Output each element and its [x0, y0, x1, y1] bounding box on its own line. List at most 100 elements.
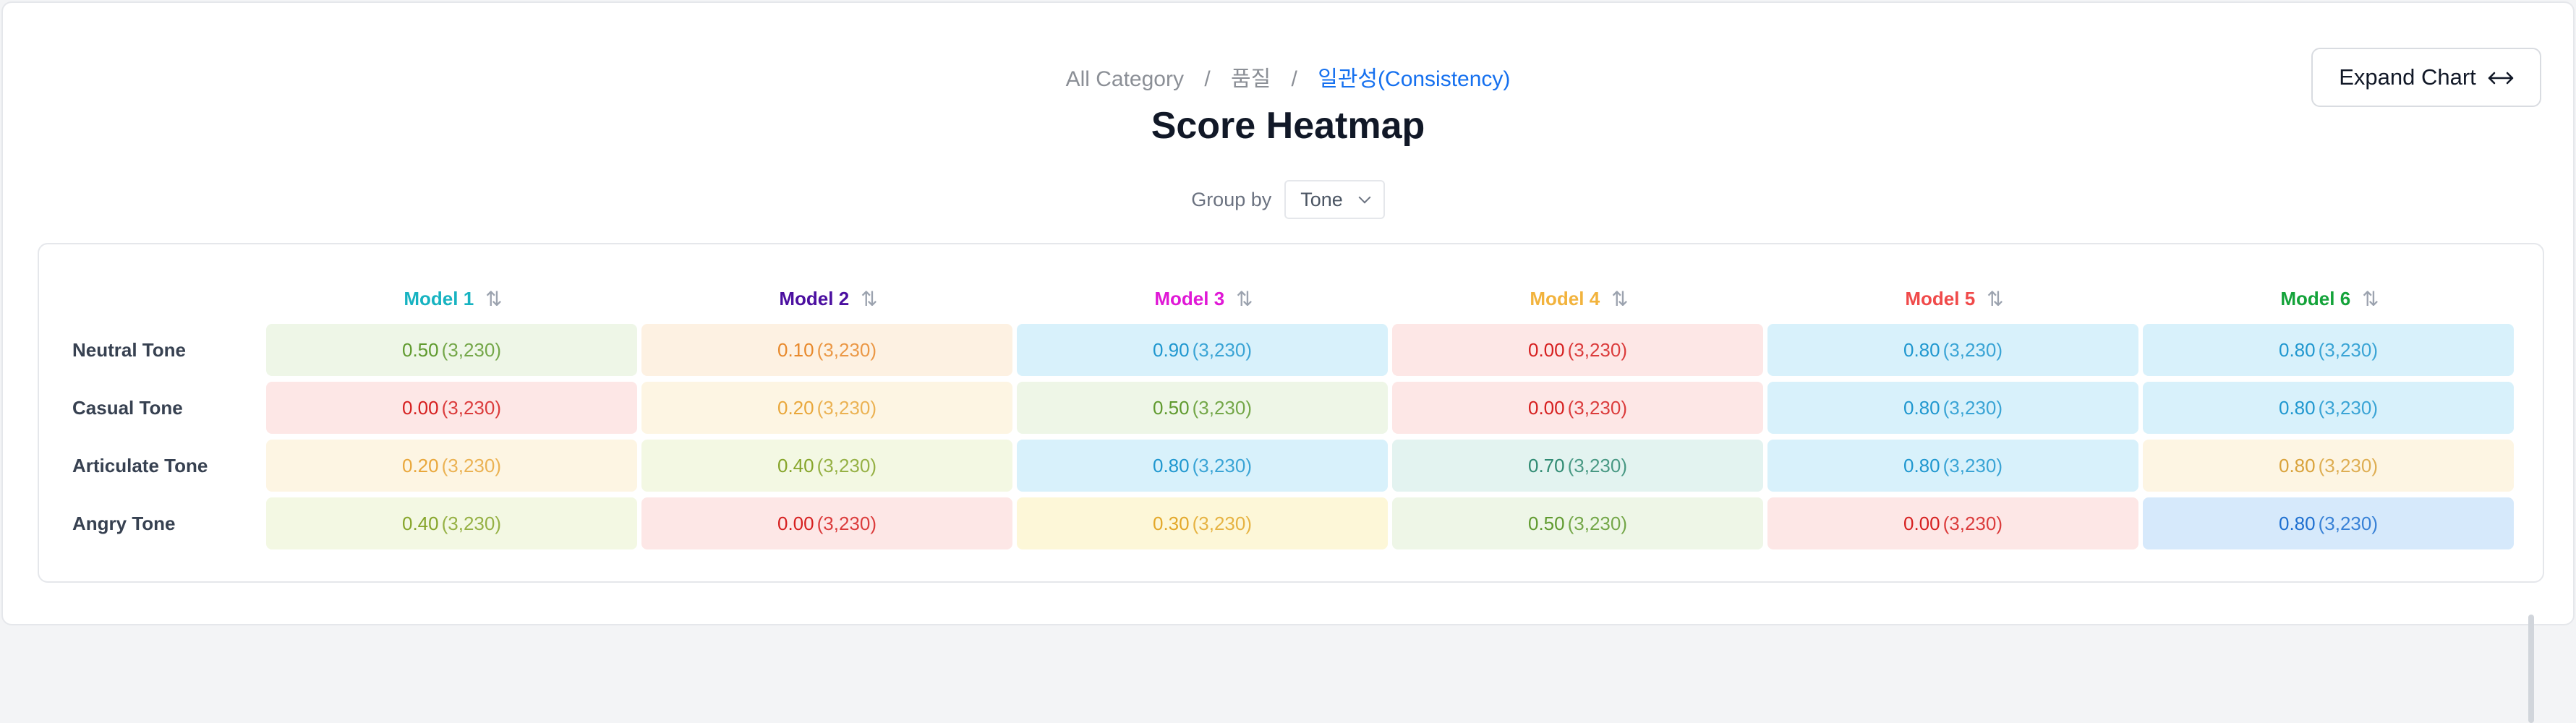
sort-icon[interactable]: ⇅ — [2362, 287, 2379, 311]
column-header-model-3[interactable]: Model 3 ⇅ — [1017, 284, 1388, 313]
heatmap-cell[interactable]: 0.80 (3,230) — [1767, 324, 2138, 376]
cell-count: (3,230) — [816, 338, 877, 361]
scrollbar[interactable] — [2528, 615, 2534, 723]
sort-icon[interactable]: ⇅ — [1987, 287, 2004, 311]
heatmap-cell[interactable]: 0.00 (3,230) — [266, 382, 637, 434]
cell-count: (3,230) — [1567, 454, 1627, 476]
row-label: Articulate Tone — [72, 454, 208, 476]
row-label: Casual Tone — [72, 396, 183, 419]
column-header-label: Model 1 — [404, 287, 474, 309]
cell-score: 0.20 — [777, 396, 814, 419]
heatmap-cell[interactable]: 0.50 (3,230) — [266, 324, 637, 376]
cell-score: 0.80 — [1903, 396, 1940, 419]
chevron-down-icon — [1358, 191, 1371, 204]
cell-count: (3,230) — [1567, 396, 1627, 419]
breadcrumb-quality[interactable]: 품질 — [1231, 67, 1271, 91]
column-header-model-4[interactable]: Model 4 ⇅ — [1392, 284, 1763, 313]
heatmap-cell[interactable]: 0.10 (3,230) — [641, 324, 1012, 376]
cell-score: 0.80 — [2279, 338, 2316, 361]
breadcrumb-separator: / — [1291, 67, 1297, 91]
heatmap-cell[interactable]: 0.40 (3,230) — [266, 497, 637, 549]
column-header-model-2[interactable]: Model 2 ⇅ — [641, 284, 1012, 313]
cell-count: (3,230) — [1567, 338, 1627, 361]
heatmap-cell[interactable]: 0.80 (3,230) — [2143, 440, 2514, 492]
sort-icon[interactable]: ⇅ — [485, 287, 503, 311]
heatmap-cell[interactable]: 0.80 (3,230) — [1767, 382, 2138, 434]
heatmap-cell[interactable]: 0.40 (3,230) — [641, 440, 1012, 492]
cell-score: 0.00 — [1903, 512, 1940, 534]
cell-score: 0.00 — [1528, 396, 1565, 419]
cell-count: (3,230) — [441, 512, 501, 534]
group-by-label: Group by — [1191, 188, 1272, 210]
breadcrumb-current: 일관성(Consistency) — [1318, 67, 1511, 91]
cell-score: 0.70 — [1528, 454, 1565, 476]
cell-count: (3,230) — [1192, 396, 1252, 419]
column-header-label: Model 6 — [2280, 287, 2351, 309]
heatmap-cell[interactable]: 0.00 (3,230) — [1767, 497, 2138, 549]
heatmap-cell[interactable]: 0.30 (3,230) — [1017, 497, 1388, 549]
sort-icon[interactable]: ⇅ — [1236, 287, 1253, 311]
sort-icon[interactable]: ⇅ — [1611, 287, 1629, 311]
cell-score: 0.50 — [402, 338, 439, 361]
cell-score: 0.80 — [1903, 338, 1940, 361]
heatmap-cell[interactable]: 0.80 (3,230) — [1017, 440, 1388, 492]
column-header-model-5[interactable]: Model 5 ⇅ — [1767, 284, 2138, 313]
cell-count: (3,230) — [1567, 512, 1627, 534]
cell-score: 0.30 — [1153, 512, 1190, 534]
arrows-horizontal-icon — [2488, 64, 2514, 91]
row-label: Angry Tone — [72, 512, 176, 534]
heatmap-cell[interactable]: 0.90 (3,230) — [1017, 324, 1388, 376]
heatmap-cell[interactable]: 0.00 (3,230) — [1392, 324, 1763, 376]
cell-score: 0.00 — [402, 396, 439, 419]
cell-score: 0.80 — [2279, 454, 2316, 476]
cell-score: 0.80 — [1903, 454, 1940, 476]
heatmap-cell[interactable]: 0.80 (3,230) — [2143, 382, 2514, 434]
heatmap-cell[interactable]: 0.80 (3,230) — [2143, 497, 2514, 549]
cell-score: 0.00 — [777, 512, 814, 534]
cell-score: 0.00 — [1528, 338, 1565, 361]
cell-count: (3,230) — [2318, 396, 2378, 419]
cell-score: 0.80 — [2279, 396, 2316, 419]
cell-count: (3,230) — [816, 396, 877, 419]
cell-count: (3,230) — [1192, 454, 1252, 476]
score-heatmap-panel: All Category / 품질 / 일관성(Consistency) Sco… — [1, 1, 2575, 723]
cell-count: (3,230) — [2318, 512, 2378, 534]
heatmap-cell[interactable]: 0.80 (3,230) — [2143, 324, 2514, 376]
cell-count: (3,230) — [441, 454, 501, 476]
column-header-model-1[interactable]: Model 1 ⇅ — [266, 284, 637, 313]
column-header-model-6[interactable]: Model 6 ⇅ — [2143, 284, 2514, 313]
breadcrumb-all-category[interactable]: All Category — [1066, 67, 1184, 91]
cell-count: (3,230) — [816, 454, 877, 476]
cell-count: (3,230) — [1942, 454, 2003, 476]
sort-icon[interactable]: ⇅ — [861, 287, 878, 311]
heatmap-cell[interactable]: 0.00 (3,230) — [1392, 382, 1763, 434]
cell-score: 0.10 — [777, 338, 814, 361]
cell-count: (3,230) — [441, 396, 501, 419]
group-by-select[interactable]: Tone — [1284, 180, 1385, 219]
expand-chart-button[interactable]: Expand Chart — [2311, 48, 2541, 107]
cell-count: (3,230) — [1942, 338, 2003, 361]
cell-score: 0.20 — [402, 454, 439, 476]
heatmap-cell[interactable]: 0.50 (3,230) — [1017, 382, 1388, 434]
heatmap-cell[interactable]: 0.70 (3,230) — [1392, 440, 1763, 492]
column-header-label: Model 2 — [779, 287, 850, 309]
heatmap-cell[interactable]: 0.20 (3,230) — [266, 440, 637, 492]
cell-count: (3,230) — [441, 338, 501, 361]
column-header-label: Model 3 — [1154, 287, 1225, 309]
column-header-label: Model 4 — [1530, 287, 1600, 309]
expand-chart-label: Expand Chart — [2339, 64, 2476, 90]
heatmap-cell[interactable]: 0.50 (3,230) — [1392, 497, 1763, 549]
heatmap-cell[interactable]: 0.00 (3,230) — [641, 497, 1012, 549]
heatmap-table: Model 1 ⇅ Model 2 ⇅ Model 3 ⇅ Model 4 ⇅ Model 5 ⇅… — [38, 243, 2544, 723]
cell-count: (3,230) — [1942, 396, 2003, 419]
heatmap-cell[interactable]: 0.20 (3,230) — [641, 382, 1012, 434]
cell-count: (3,230) — [2318, 454, 2378, 476]
cell-score: 0.80 — [1153, 454, 1190, 476]
breadcrumb: All Category / 품질 / 일관성(Consistency) — [3, 61, 2573, 93]
cell-count: (3,230) — [816, 512, 877, 534]
heatmap-cell[interactable]: 0.80 (3,230) — [1767, 440, 2138, 492]
row-label: Neutral Tone — [72, 338, 186, 361]
group-by-control: Group by Tone — [3, 180, 2573, 219]
breadcrumb-separator: / — [1204, 67, 1211, 91]
cell-score: 0.40 — [402, 512, 439, 534]
